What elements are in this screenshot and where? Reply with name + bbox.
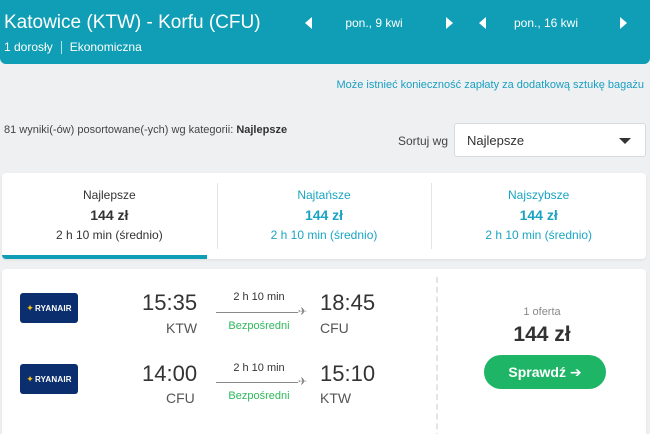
ryanair-logo: ✦ RYANAIR (20, 364, 78, 394)
next-depart-date-arrow-icon[interactable] (446, 17, 453, 29)
departure-airport: CFU (166, 390, 195, 406)
tab-label: Najszybsze (508, 188, 570, 202)
tab-price: 144 zł (90, 207, 129, 223)
route-title[interactable]: Katowice (KTW) - Korfu (CFU) (4, 12, 261, 34)
search-summary-header: Katowice (KTW) - Korfu (CFU) 1 dorosły E… (0, 0, 650, 64)
tab-duration: 2 h 10 min (średnio) (270, 228, 378, 242)
check-deal-button[interactable]: Sprawdź ➔ (484, 355, 606, 389)
departure-time: 14:00 (142, 361, 198, 386)
caret-down-icon (619, 138, 631, 144)
arrival-airport: CFU (320, 320, 349, 336)
harp-icon: ✦ (26, 373, 34, 384)
prev-depart-date-arrow-icon[interactable] (305, 17, 312, 29)
passenger-count: 1 dorosły (4, 40, 53, 54)
plane-icon: ✈ (298, 376, 308, 388)
card-divider (436, 277, 438, 434)
tab-duration: 2 h 10 min (średnio) (55, 228, 163, 242)
arrival-airport: KTW (320, 390, 352, 406)
result-price: 144 zł (513, 323, 571, 346)
plane-icon: ✈ (298, 306, 308, 318)
tab-fastest[interactable]: Najszybsze 144 zł 2 h 10 min (średnio) (431, 173, 646, 259)
departure-time: 15:35 (142, 290, 198, 315)
arrival-time: 18:45 (320, 290, 376, 315)
depart-date[interactable]: pon., 9 kwi (324, 16, 424, 30)
results-count: 81 wyniki(-ów) posortowane(-ych) wg kate… (4, 124, 288, 136)
separator (60, 40, 62, 54)
ryanair-logo: ✦ RYANAIR (20, 293, 78, 323)
tab-label: Najtańsze (297, 188, 351, 202)
route-line (216, 312, 298, 313)
flight-duration: 2 h 10 min (233, 362, 285, 374)
tab-label: Najlepsze (82, 188, 136, 202)
sort-label: Sortuj wg (398, 134, 449, 148)
tab-price: 144 zł (304, 207, 344, 223)
tab-duration: 2 h 10 min (średnio) (485, 228, 593, 242)
flight-result-card[interactable]: ✦ RYANAIR 15:35 KTW 2 h 10 min ✈ Bezpośre… (2, 269, 646, 434)
departure-airport: KTW (166, 320, 198, 336)
sort-select[interactable]: Najlepsze (454, 123, 646, 157)
tab-cheapest[interactable]: Najtańsze 144 zł 2 h 10 min (średnio) (216, 173, 432, 259)
sort-tabs: Najlepsze 144 zł 2 h 10 min (średnio) Na… (2, 173, 646, 259)
stops-label: Bezpośredni (228, 390, 290, 402)
route-line (216, 382, 298, 383)
stops-label: Bezpośredni (228, 320, 290, 332)
prev-return-date-arrow-icon[interactable] (479, 17, 486, 29)
return-date[interactable]: pon., 16 kwi (496, 16, 596, 30)
tab-price: 144 zł (519, 207, 558, 223)
sort-category: Najlepsze (236, 124, 288, 136)
offer-count: 1 oferta (523, 306, 561, 318)
baggage-notice-link[interactable]: Może istnieć konieczność zapłaty za doda… (336, 79, 644, 91)
tab-best[interactable]: Najlepsze 144 zł 2 h 10 min (średnio) (2, 173, 217, 259)
arrival-time: 15:10 (320, 361, 376, 386)
harp-icon: ✦ (26, 302, 34, 313)
flight-duration: 2 h 10 min (233, 291, 285, 303)
passenger-cabin-summary[interactable]: 1 dorosły Ekonomiczna (4, 40, 142, 54)
cabin-class: Ekonomiczna (69, 40, 142, 54)
sort-selected-value: Najlepsze (467, 133, 525, 148)
next-return-date-arrow-icon[interactable] (620, 17, 627, 29)
